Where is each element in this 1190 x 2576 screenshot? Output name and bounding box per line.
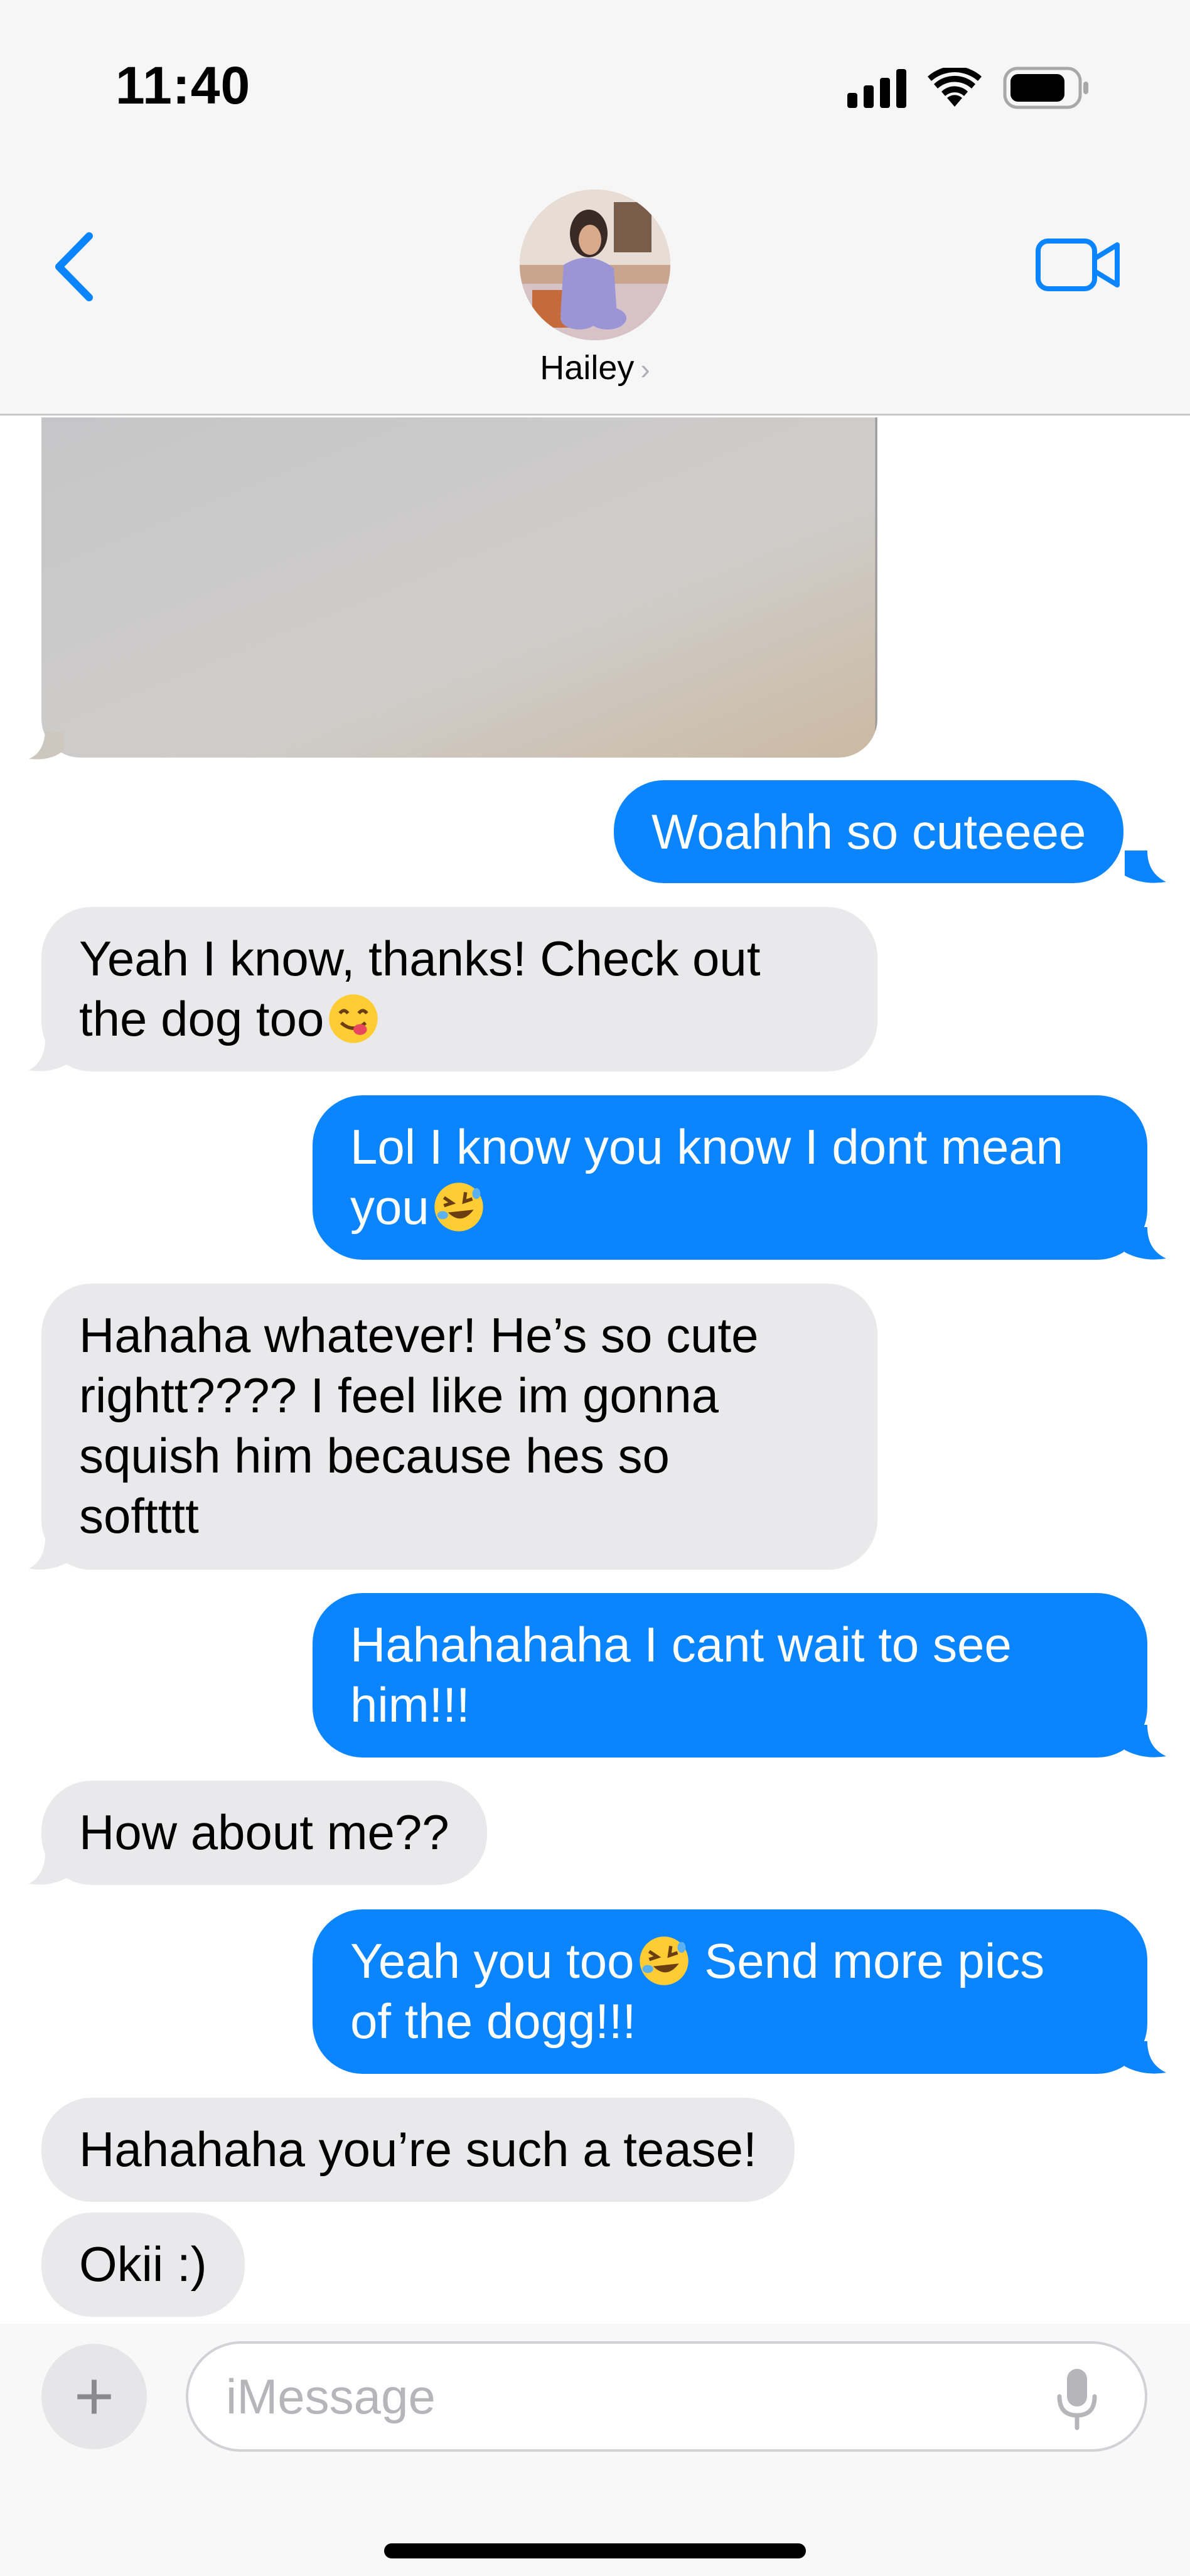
outgoing-message-bubble[interactable]: Lol I know you know I dont mean you <box>313 1095 1147 1260</box>
conversation-header: Hailey › <box>0 157 1190 416</box>
wifi-icon <box>928 68 982 108</box>
bubble-tail <box>1125 851 1166 883</box>
bubble-tail <box>1125 1227 1166 1260</box>
compose-bar: + <box>0 2324 1190 2576</box>
signal-icon <box>847 68 906 108</box>
message-text-line: softttt <box>79 1488 199 1543</box>
bubble-tail <box>29 1537 68 1570</box>
chevron-right-icon: › <box>640 353 650 385</box>
face-savoring-food-emoji-icon <box>329 994 378 1043</box>
add-attachment-button[interactable]: + <box>41 2344 147 2449</box>
video-camera-icon <box>1036 239 1120 291</box>
photo-image <box>41 417 877 758</box>
outgoing-message-bubble[interactable]: Yeah you too Send more pics of the dogg!… <box>313 1909 1147 2074</box>
contact-avatar[interactable] <box>520 190 670 340</box>
bubble-tail <box>29 731 64 759</box>
status-bar: 11:40 <box>0 0 1190 157</box>
message-text-part: Send more pics <box>690 1933 1045 1988</box>
incoming-message-bubble[interactable]: Hahahaha you’re such a tease! <box>41 2098 795 2202</box>
bubble-tail <box>1125 1725 1166 1758</box>
contact-name: Hailey <box>540 349 635 387</box>
back-button[interactable] <box>44 226 107 308</box>
message-text-line: Yeah I know, thanks! Check out <box>79 931 761 986</box>
message-text-line: him!!! <box>350 1677 470 1732</box>
facetime-video-button[interactable] <box>1034 232 1122 295</box>
message-text-line: squish him because hes so <box>79 1428 670 1483</box>
message-list[interactable]: Woahhh so cuteeee Yeah I know, thanks! C… <box>0 417 1190 2324</box>
contact-name-button[interactable]: Hailey › <box>0 348 1190 387</box>
rolling-on-floor-laughing-emoji-icon <box>434 1183 483 1232</box>
message-text: Okii :) <box>79 2236 207 2292</box>
outgoing-message-bubble[interactable]: Woahhh so cuteeee <box>614 780 1124 883</box>
message-text-line: Hahaha whatever! He’s so cute <box>79 1307 759 1363</box>
message-text: Woahhh so cuteeee <box>651 804 1086 859</box>
message-text-line: Hahahahaha I cant wait to see <box>350 1617 1012 1672</box>
incoming-message-bubble[interactable]: Okii :) <box>41 2213 245 2317</box>
imessage-input[interactable] <box>186 2341 1147 2452</box>
photo-message[interactable] <box>41 417 877 758</box>
plus-icon: + <box>73 2358 115 2435</box>
message-text: How about me?? <box>79 1805 449 1860</box>
message-text-line: you <box>350 1179 429 1235</box>
status-icons <box>847 65 1091 110</box>
avatar-photo <box>520 190 670 340</box>
dictation-button[interactable] <box>1052 2365 1102 2434</box>
chevron-left-icon <box>55 232 93 301</box>
incoming-message-bubble[interactable]: How about me?? <box>41 1781 487 1885</box>
battery-icon <box>1003 67 1091 109</box>
message-text-line: the dog too <box>79 991 324 1046</box>
bubble-tail <box>1125 2041 1166 2074</box>
message-text-line: rightt???? I feel like im gonna <box>79 1368 719 1423</box>
message-text: Hahahaha you’re such a tease! <box>79 2122 757 2177</box>
bubble-tail <box>29 1852 68 1885</box>
microphone-icon <box>1057 2369 1097 2430</box>
message-text-line: Lol I know you know I dont mean <box>350 1119 1063 1174</box>
outgoing-message-bubble[interactable]: Hahahahaha I cant wait to see him!!! <box>313 1593 1147 1758</box>
incoming-message-bubble[interactable]: Yeah I know, thanks! Check out the dog t… <box>41 907 877 1071</box>
bubble-tail <box>29 1039 68 1071</box>
rolling-on-floor-laughing-emoji-icon <box>639 1936 689 1985</box>
status-time: 11:40 <box>115 56 251 115</box>
messages-app: 11:40 Hailey › Woahhh so cuteeee Yeah I … <box>0 0 1190 2576</box>
home-indicator[interactable] <box>384 2543 806 2558</box>
message-text-part: Yeah you too <box>350 1933 635 1988</box>
message-text-line: of the dogg!!! <box>350 1994 636 2049</box>
incoming-message-bubble[interactable]: Hahaha whatever! He’s so cute rightt????… <box>41 1284 877 1570</box>
